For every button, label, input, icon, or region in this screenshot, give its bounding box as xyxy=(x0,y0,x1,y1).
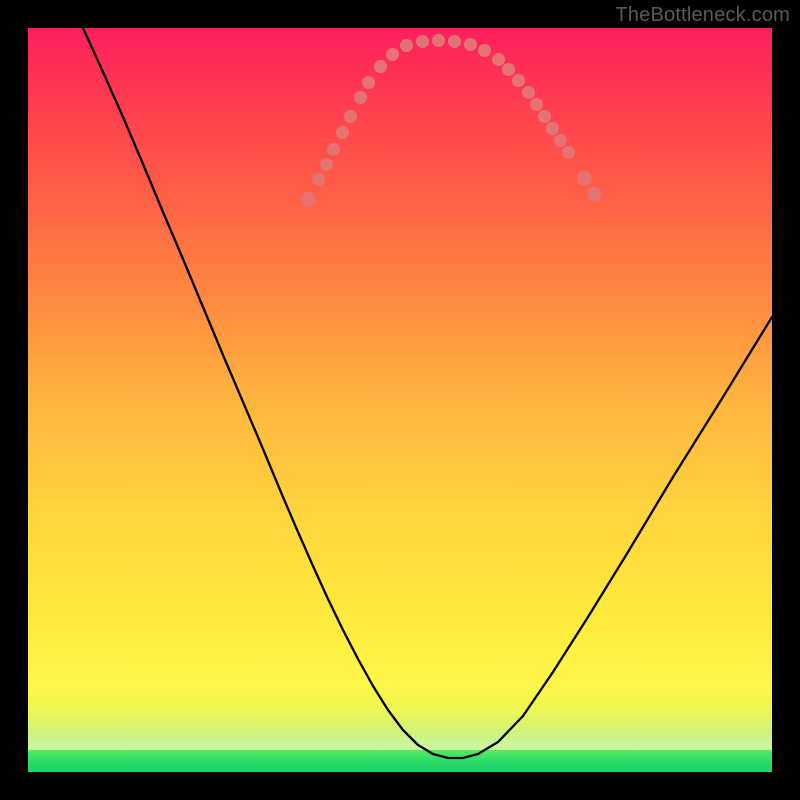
watermark-label: TheBottleneck.com xyxy=(615,4,790,27)
highlight-dot xyxy=(587,187,602,202)
highlight-dot xyxy=(546,122,559,135)
highlight-dot xyxy=(522,86,535,99)
highlight-dot xyxy=(562,146,575,159)
green-baseline-band xyxy=(28,750,772,772)
pale-yellow-band xyxy=(28,620,772,750)
highlight-dot xyxy=(416,35,429,48)
highlight-dot xyxy=(478,44,491,57)
highlight-dot xyxy=(538,110,551,123)
highlight-dot xyxy=(432,34,445,47)
highlight-dot xyxy=(386,48,399,61)
highlight-dot xyxy=(448,35,461,48)
highlight-dot xyxy=(400,39,413,52)
highlight-dot xyxy=(374,60,387,73)
highlight-dot xyxy=(354,91,367,104)
highlight-dot xyxy=(336,126,349,139)
highlight-dot xyxy=(344,110,357,123)
highlight-dot xyxy=(312,173,325,186)
bottleneck-curve xyxy=(28,28,772,772)
highlight-dot xyxy=(512,74,525,87)
highlight-dot xyxy=(320,158,333,171)
highlight-dot xyxy=(502,63,515,76)
highlight-dot xyxy=(492,53,505,66)
highlight-dot xyxy=(362,76,375,89)
highlight-dot xyxy=(554,134,567,147)
chart-frame: TheBottleneck.com xyxy=(0,0,800,800)
highlight-dot xyxy=(577,171,592,186)
plot-area xyxy=(28,28,772,772)
highlight-dot xyxy=(327,143,340,156)
highlight-dot xyxy=(301,192,316,207)
highlight-dot xyxy=(530,98,543,111)
highlight-dot xyxy=(464,38,477,51)
